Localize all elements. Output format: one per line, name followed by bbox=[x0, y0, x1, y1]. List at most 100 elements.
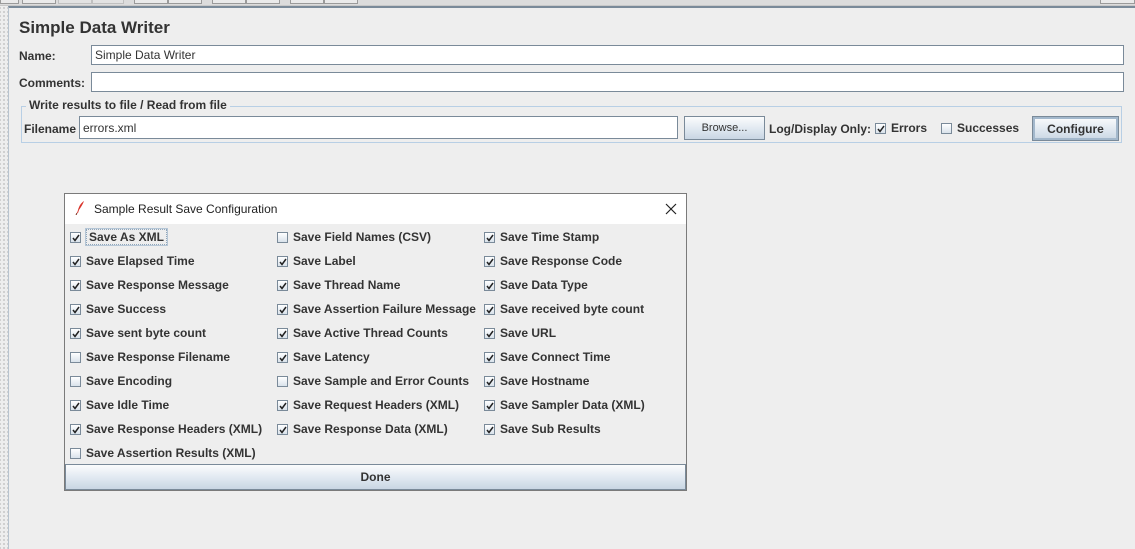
save-option-checkbox-box[interactable] bbox=[277, 279, 288, 291]
save-option-checkbox-box[interactable] bbox=[70, 447, 81, 459]
save-option-checkbox[interactable]: Save Data Type bbox=[484, 277, 588, 293]
toolbar-button[interactable] bbox=[92, 0, 124, 4]
save-option-checkbox[interactable]: Save Time Stamp bbox=[484, 229, 599, 245]
save-option-checkbox[interactable]: Save Hostname bbox=[484, 373, 589, 389]
save-option-label: Save Elapsed Time bbox=[86, 254, 195, 268]
save-option-checkbox-box[interactable] bbox=[484, 375, 495, 387]
errors-checkbox-box[interactable] bbox=[875, 122, 886, 134]
save-option-checkbox[interactable]: Save Response Code bbox=[484, 253, 622, 269]
close-icon[interactable] bbox=[663, 201, 679, 217]
toolbar-button[interactable] bbox=[0, 0, 19, 4]
save-option-checkbox[interactable]: Save Latency bbox=[277, 349, 370, 365]
save-option-checkbox-box[interactable] bbox=[484, 399, 495, 411]
save-option-checkbox-box[interactable] bbox=[277, 231, 288, 243]
toolbar-button[interactable] bbox=[324, 0, 358, 4]
save-option-label: Save Response Data (XML) bbox=[293, 422, 448, 436]
dialog-title-bar[interactable]: Sample Result Save Configuration bbox=[65, 194, 686, 224]
page-title: Simple Data Writer bbox=[19, 18, 170, 37]
done-button[interactable]: Done bbox=[65, 464, 686, 490]
save-option-label: Save Sub Results bbox=[500, 422, 601, 436]
successes-checkbox[interactable]: Successes bbox=[941, 120, 1019, 136]
toolbar-button[interactable] bbox=[1100, 0, 1135, 4]
browse-button-label: Browse... bbox=[701, 122, 748, 134]
toolbar-button[interactable] bbox=[134, 0, 168, 4]
comments-field[interactable] bbox=[91, 72, 1124, 92]
toolbar-button[interactable] bbox=[58, 0, 92, 4]
save-option-checkbox-box[interactable] bbox=[70, 303, 81, 315]
successes-checkbox-label: Successes bbox=[957, 121, 1020, 135]
errors-checkbox-label: Errors bbox=[891, 121, 928, 135]
save-option-label: Save Hostname bbox=[500, 374, 590, 388]
save-option-checkbox-box[interactable] bbox=[277, 423, 288, 435]
save-option-checkbox[interactable]: Save Response Data (XML) bbox=[277, 421, 448, 437]
save-option-checkbox-box[interactable] bbox=[484, 279, 495, 291]
save-option-checkbox-box[interactable] bbox=[484, 327, 495, 339]
check-mark-icon bbox=[877, 125, 885, 133]
check-mark-icon bbox=[279, 330, 287, 338]
toolbar-button[interactable] bbox=[212, 0, 246, 4]
save-option-label: Save Time Stamp bbox=[500, 230, 600, 244]
toolbar-button[interactable] bbox=[246, 0, 280, 4]
save-option-checkbox[interactable]: Save Encoding bbox=[70, 373, 172, 389]
save-option-checkbox[interactable]: Save Field Names (CSV) bbox=[277, 229, 431, 245]
save-option-checkbox-box[interactable] bbox=[484, 303, 495, 315]
save-option-checkbox[interactable]: Save Connect Time bbox=[484, 349, 610, 365]
check-mark-icon bbox=[486, 306, 494, 314]
save-option-checkbox[interactable]: Save Assertion Failure Message bbox=[277, 301, 476, 317]
save-option-checkbox-box[interactable] bbox=[484, 231, 495, 243]
save-option-checkbox-box[interactable] bbox=[484, 255, 495, 267]
save-option-checkbox-box[interactable] bbox=[70, 399, 81, 411]
toolbar-button[interactable] bbox=[290, 0, 324, 4]
save-option-checkbox-box[interactable] bbox=[70, 375, 81, 387]
save-option-checkbox[interactable]: Save Sub Results bbox=[484, 421, 601, 437]
save-option-label: Save Thread Name bbox=[293, 278, 401, 292]
save-option-checkbox[interactable]: Save Active Thread Counts bbox=[277, 325, 448, 341]
save-option-checkbox[interactable]: Save Thread Name bbox=[277, 277, 400, 293]
save-option-label: Save Connect Time bbox=[500, 350, 611, 364]
save-option-checkbox-box[interactable] bbox=[70, 279, 81, 291]
save-option-checkbox-box[interactable] bbox=[277, 375, 288, 387]
save-option-checkbox-box[interactable] bbox=[70, 327, 81, 339]
save-option-checkbox-box[interactable] bbox=[277, 255, 288, 267]
save-option-checkbox-box[interactable] bbox=[70, 231, 81, 243]
save-option-checkbox-box[interactable] bbox=[70, 423, 81, 435]
save-option-checkbox-box[interactable] bbox=[70, 255, 81, 267]
save-option-checkbox[interactable]: Save Idle Time bbox=[70, 397, 169, 413]
save-option-checkbox[interactable]: Save Label bbox=[277, 253, 356, 269]
browse-button[interactable]: Browse... bbox=[684, 116, 765, 140]
errors-checkbox[interactable]: Errors bbox=[875, 120, 927, 136]
save-option-checkbox-box[interactable] bbox=[484, 423, 495, 435]
save-option-label: Save Encoding bbox=[86, 374, 173, 388]
save-option-checkbox-box[interactable] bbox=[277, 351, 288, 363]
save-option-checkbox[interactable]: Save Elapsed Time bbox=[70, 253, 195, 269]
save-option-checkbox-box[interactable] bbox=[484, 351, 495, 363]
save-option-checkbox[interactable]: Save Request Headers (XML) bbox=[277, 397, 459, 413]
name-field[interactable]: Simple Data Writer bbox=[91, 45, 1124, 65]
check-mark-icon bbox=[486, 354, 494, 362]
save-option-checkbox[interactable]: Save As XML bbox=[70, 228, 168, 246]
save-option-label: Save Response Headers (XML) bbox=[86, 422, 263, 436]
filename-field[interactable]: errors.xml bbox=[79, 116, 678, 139]
save-option-checkbox-box[interactable] bbox=[277, 303, 288, 315]
save-option-checkbox[interactable]: Save sent byte count bbox=[70, 325, 206, 341]
save-option-checkbox[interactable]: Save Assertion Results (XML) bbox=[70, 445, 256, 461]
save-option-checkbox[interactable]: Save Sampler Data (XML) bbox=[484, 397, 645, 413]
save-option-checkbox[interactable]: Save URL bbox=[484, 325, 556, 341]
configure-button[interactable]: Configure bbox=[1032, 116, 1119, 141]
save-option-checkbox-box[interactable] bbox=[277, 399, 288, 411]
save-option-label: Save Success bbox=[86, 302, 167, 316]
save-option-checkbox[interactable]: Save Success bbox=[70, 301, 166, 317]
splitter-handle[interactable] bbox=[0, 6, 8, 549]
save-option-checkbox[interactable]: Save received byte count bbox=[484, 301, 644, 317]
toolbar-button[interactable] bbox=[168, 0, 202, 4]
save-option-checkbox-box[interactable] bbox=[70, 351, 81, 363]
toolbar-button[interactable] bbox=[22, 0, 56, 4]
save-option-checkbox[interactable]: Save Response Message bbox=[70, 277, 229, 293]
save-option-checkbox-box[interactable] bbox=[277, 327, 288, 339]
save-option-checkbox[interactable]: Save Response Filename bbox=[70, 349, 230, 365]
successes-checkbox-box[interactable] bbox=[941, 122, 952, 134]
save-option-checkbox[interactable]: Save Response Headers (XML) bbox=[70, 421, 262, 437]
check-mark-icon bbox=[279, 354, 287, 362]
save-option-checkbox[interactable]: Save Sample and Error Counts bbox=[277, 373, 469, 389]
check-mark-icon bbox=[486, 378, 494, 386]
